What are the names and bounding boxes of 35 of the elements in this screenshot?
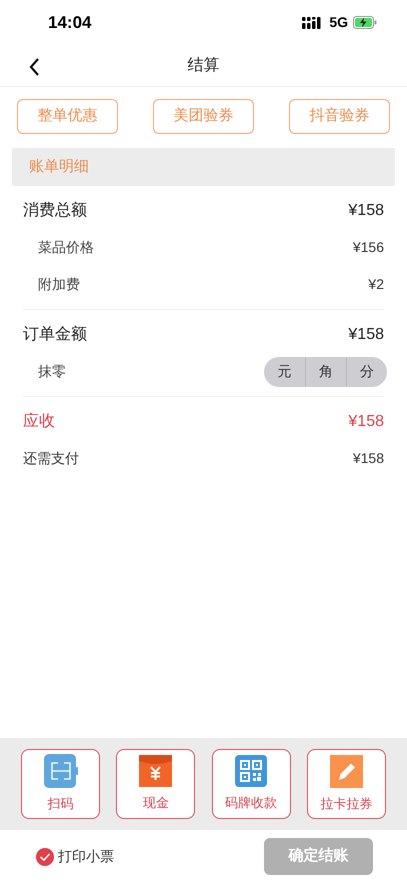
rounding-option[interactable]: 角 bbox=[305, 356, 346, 386]
checkbox[interactable] bbox=[36, 848, 54, 866]
pencil-icon bbox=[330, 754, 363, 788]
row-value: ¥2 bbox=[368, 275, 384, 294]
cash-envelope-icon bbox=[139, 755, 172, 788]
row-label: 还需支付 bbox=[23, 449, 79, 468]
row-value: ¥158 bbox=[348, 412, 384, 432]
coupon-button[interactable]: 抖音验券 bbox=[289, 99, 390, 134]
row-label: 附加费 bbox=[37, 275, 80, 294]
payment-method-button[interactable]: 码牌收款 bbox=[212, 749, 291, 819]
battery-charging-icon bbox=[353, 16, 377, 29]
print-receipt-label[interactable]: 打印小票 bbox=[58, 846, 114, 867]
page-title: 结算 bbox=[188, 56, 220, 76]
row-value: ¥158 bbox=[348, 200, 384, 220]
rounding-option[interactable]: 分 bbox=[346, 356, 387, 386]
coupon-button[interactable]: 美团验券 bbox=[153, 99, 254, 134]
row-label: 应收 bbox=[23, 412, 55, 432]
payment-method-button[interactable]: 现金 bbox=[116, 749, 196, 819]
row-label: 菜品价格 bbox=[37, 238, 94, 257]
row-label: 抹零 bbox=[37, 362, 66, 381]
scanner-icon bbox=[44, 754, 78, 788]
section-header: 账单明细 bbox=[12, 148, 395, 186]
row-value: ¥158 bbox=[352, 449, 384, 468]
payment-method-button[interactable]: 扫码 bbox=[21, 749, 100, 819]
row-value: ¥156 bbox=[352, 238, 384, 257]
network-label: 5G bbox=[329, 13, 348, 32]
row-label: 消费总额 bbox=[23, 200, 87, 220]
status-time: 14:04 bbox=[48, 12, 92, 34]
row-value: ¥158 bbox=[348, 324, 384, 344]
coupon-button[interactable]: 整单优惠 bbox=[17, 99, 118, 134]
row-label: 订单金额 bbox=[23, 324, 87, 344]
payment-method-button[interactable]: 拉卡拉券 bbox=[306, 749, 386, 819]
rounding-option[interactable]: 元 bbox=[264, 356, 305, 386]
back-icon[interactable] bbox=[29, 58, 40, 76]
qr-code-icon bbox=[235, 755, 268, 788]
